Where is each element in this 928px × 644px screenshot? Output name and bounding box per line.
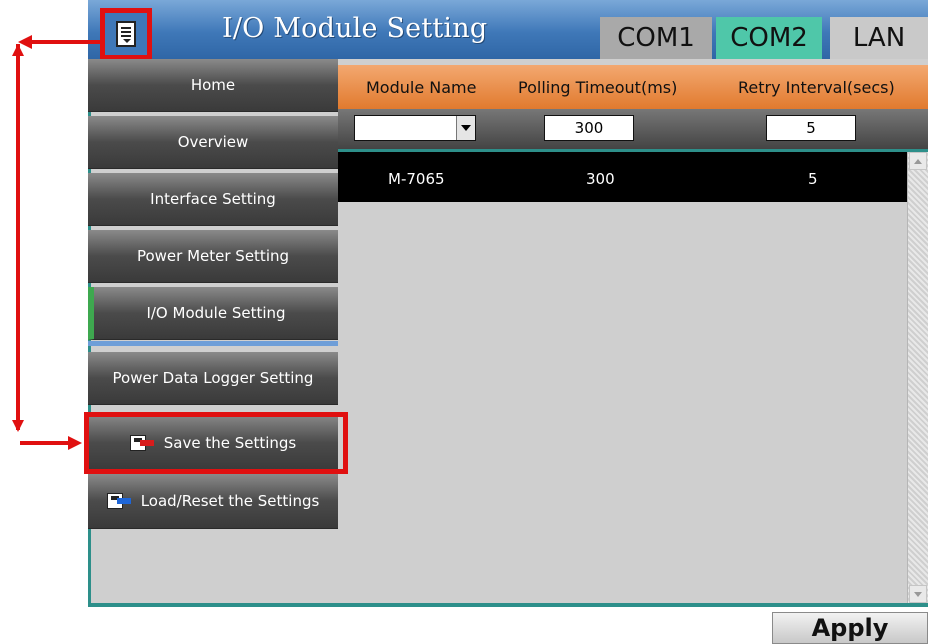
column-header-polling-timeout: Polling Timeout(ms) <box>518 77 678 97</box>
cell-polling-timeout: 300 <box>586 170 615 188</box>
tab-com2[interactable]: COM2 <box>716 17 822 59</box>
tab-lan[interactable]: LAN <box>830 17 928 59</box>
sidebar-item-label: Power Meter Setting <box>136 247 290 265</box>
arrow-up-icon <box>12 44 24 56</box>
sidebar-item-power-meter-setting[interactable]: Power Meter Setting <box>88 230 338 283</box>
annotation-line-top <box>28 40 100 44</box>
arrow-right-icon <box>68 436 82 450</box>
sidebar-item-io-module-setting[interactable]: I/O Module Setting <box>88 287 338 340</box>
load-icon <box>106 493 131 509</box>
sidebar-item-overview[interactable]: Overview <box>88 116 338 169</box>
sidebar-item-label: I/O Module Setting <box>146 304 286 322</box>
sidebar-item-label: Overview <box>177 133 249 151</box>
sidebar-item-power-data-logger-setting[interactable]: Power Data Logger Setting <box>88 352 338 405</box>
page-title: I/O Module Setting <box>222 13 488 44</box>
sidebar-item-label: Home <box>190 76 236 94</box>
column-header-retry-interval: Retry Interval(secs) <box>738 77 895 97</box>
retry-interval-field[interactable]: 5 <box>766 115 856 141</box>
vertical-scrollbar[interactable] <box>907 152 928 603</box>
menu-button[interactable] <box>100 8 152 60</box>
sidebar-item-label: Power Data Logger Setting <box>112 369 314 387</box>
column-header-module-name: Module Name <box>366 77 477 97</box>
apply-button[interactable]: Apply <box>772 612 928 644</box>
sidebar-item-label: Load/Reset the Settings <box>140 492 320 510</box>
sidebar-item-interface-setting[interactable]: Interface Setting <box>88 173 338 226</box>
arrow-down-icon <box>12 420 24 432</box>
sidebar-divider <box>88 341 338 346</box>
save-highlight-box <box>84 412 348 474</box>
module-name-select[interactable] <box>354 115 476 141</box>
input-row: 300 5 <box>338 109 928 152</box>
annotation-line-bottom <box>20 441 70 445</box>
scroll-up-icon[interactable] <box>909 152 927 170</box>
document-menu-icon <box>116 21 136 47</box>
polling-timeout-field[interactable]: 300 <box>544 115 634 141</box>
table-header: Module Name Polling Timeout(ms) Retry In… <box>338 65 928 109</box>
annotation-line-vertical <box>16 44 20 430</box>
table-row[interactable]: M-7065 300 5 <box>338 152 908 202</box>
tab-com1[interactable]: COM1 <box>600 17 712 59</box>
cell-retry-interval: 5 <box>808 170 818 188</box>
chevron-down-icon[interactable] <box>456 116 475 140</box>
sidebar-item-load-reset-settings[interactable]: Load/Reset the Settings <box>88 474 338 529</box>
scroll-down-icon[interactable] <box>909 585 927 603</box>
sidebar-item-home[interactable]: Home <box>88 59 338 112</box>
cell-module-name: M-7065 <box>388 170 445 188</box>
sidebar-item-label: Interface Setting <box>150 190 276 208</box>
